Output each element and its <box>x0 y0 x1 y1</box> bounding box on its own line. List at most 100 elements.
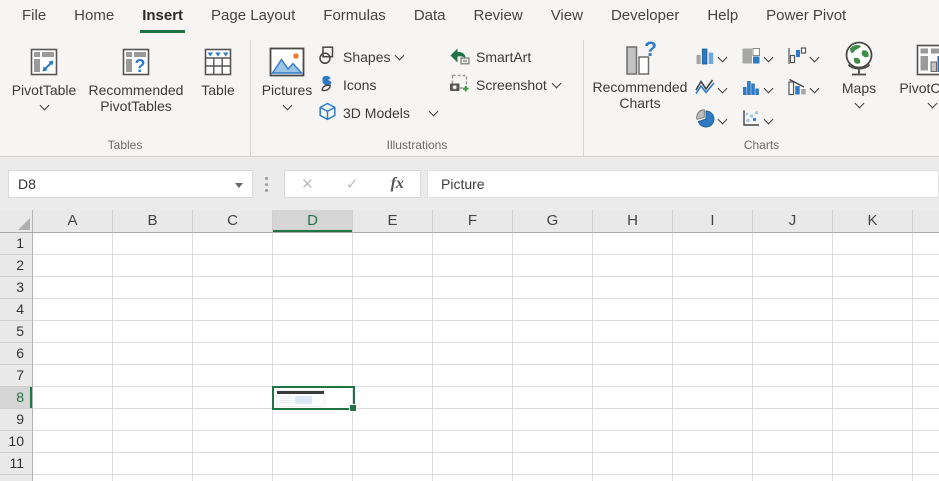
cell-G[interactable] <box>513 475 593 481</box>
cell-C5[interactable] <box>193 321 273 343</box>
cell-E1[interactable] <box>353 233 433 255</box>
cell-D5[interactable] <box>273 321 353 343</box>
fill-handle[interactable] <box>349 404 357 412</box>
cell-G10[interactable] <box>513 431 593 453</box>
cell-A11[interactable] <box>33 453 113 475</box>
cell-J[interactable] <box>753 475 833 481</box>
cell-H1[interactable] <box>593 233 673 255</box>
tab-home[interactable]: Home <box>60 0 128 34</box>
tab-insert[interactable]: Insert <box>128 0 197 34</box>
insert-line-chart-button[interactable] <box>695 77 726 102</box>
cell-G4[interactable] <box>513 299 593 321</box>
select-all-button[interactable] <box>0 210 33 233</box>
cell-G7[interactable] <box>513 365 593 387</box>
cell-A10[interactable] <box>33 431 113 453</box>
cell-I3[interactable] <box>673 277 753 299</box>
cell-F10[interactable] <box>433 431 513 453</box>
cell-G5[interactable] <box>513 321 593 343</box>
cell-F1[interactable] <box>433 233 513 255</box>
cell-C11[interactable] <box>193 453 273 475</box>
cell-H[interactable] <box>593 475 673 481</box>
cell-partial[interactable] <box>913 365 939 387</box>
cell-K2[interactable] <box>833 255 913 277</box>
insert-hierarchy-chart-button[interactable] <box>741 46 772 71</box>
column-header-E[interactable]: E <box>353 210 433 233</box>
cell-K11[interactable] <box>833 453 913 475</box>
cell-K1[interactable] <box>833 233 913 255</box>
insert-combo-chart-button[interactable] <box>787 77 818 102</box>
tab-page-layout[interactable]: Page Layout <box>197 0 309 34</box>
cell-partial[interactable] <box>913 475 939 481</box>
cell-I[interactable] <box>673 475 753 481</box>
formula-input[interactable]: Picture <box>427 170 939 198</box>
cell-I9[interactable] <box>673 409 753 431</box>
cell-F4[interactable] <box>433 299 513 321</box>
cell-B11[interactable] <box>113 453 193 475</box>
cell-J6[interactable] <box>753 343 833 365</box>
cell-C3[interactable] <box>193 277 273 299</box>
pivotchart-button[interactable]: PivotChart <box>890 40 939 107</box>
insert-statistic-chart-button[interactable] <box>741 77 772 102</box>
cell-E[interactable] <box>353 475 433 481</box>
name-box[interactable]: D8 <box>8 170 253 198</box>
cell-partial[interactable] <box>913 343 939 365</box>
cell-C9[interactable] <box>193 409 273 431</box>
row-header-11[interactable]: 11 <box>0 453 33 475</box>
cell-F11[interactable] <box>433 453 513 475</box>
cell-D4[interactable] <box>273 299 353 321</box>
tab-file[interactable]: File <box>8 0 60 34</box>
cell-K10[interactable] <box>833 431 913 453</box>
cell-J3[interactable] <box>753 277 833 299</box>
cell-H10[interactable] <box>593 431 673 453</box>
insert-function-icon[interactable]: fx <box>391 175 404 193</box>
icons-button[interactable]: Icons <box>318 74 376 96</box>
cell-I5[interactable] <box>673 321 753 343</box>
cell-E9[interactable] <box>353 409 433 431</box>
cell-B10[interactable] <box>113 431 193 453</box>
tab-help[interactable]: Help <box>693 0 752 34</box>
column-header-A[interactable]: A <box>33 210 113 233</box>
cell-I4[interactable] <box>673 299 753 321</box>
embedded-picture[interactable] <box>277 391 324 406</box>
cell-H2[interactable] <box>593 255 673 277</box>
cell-D1[interactable] <box>273 233 353 255</box>
cell-E2[interactable] <box>353 255 433 277</box>
cell-K4[interactable] <box>833 299 913 321</box>
cell-F7[interactable] <box>433 365 513 387</box>
cell-K9[interactable] <box>833 409 913 431</box>
column-header-J[interactable]: J <box>753 210 833 233</box>
cell-H7[interactable] <box>593 365 673 387</box>
cell-partial[interactable] <box>913 277 939 299</box>
3d-models-button[interactable]: 3D Models <box>318 102 437 124</box>
cell-E4[interactable] <box>353 299 433 321</box>
cell-C[interactable] <box>193 475 273 481</box>
cell-partial[interactable] <box>913 387 939 409</box>
tab-data[interactable]: Data <box>400 0 460 34</box>
cell-B2[interactable] <box>113 255 193 277</box>
insert-pie-chart-button[interactable] <box>695 108 726 133</box>
row-header-2[interactable]: 2 <box>0 255 33 277</box>
cell-A3[interactable] <box>33 277 113 299</box>
cell-E3[interactable] <box>353 277 433 299</box>
cell-D6[interactable] <box>273 343 353 365</box>
cell-B4[interactable] <box>113 299 193 321</box>
cell-B3[interactable] <box>113 277 193 299</box>
column-header-H[interactable]: H <box>593 210 673 233</box>
row-header-1[interactable]: 1 <box>0 233 33 255</box>
cell-H6[interactable] <box>593 343 673 365</box>
cell-E11[interactable] <box>353 453 433 475</box>
cell-D10[interactable] <box>273 431 353 453</box>
cell-J10[interactable] <box>753 431 833 453</box>
cell-F2[interactable] <box>433 255 513 277</box>
cell-A5[interactable] <box>33 321 113 343</box>
column-header-D[interactable]: D <box>273 210 353 233</box>
recommended-pivottables-button[interactable]: ? Recommended PivotTables <box>80 42 192 114</box>
cell-partial[interactable] <box>913 233 939 255</box>
cell-C8[interactable] <box>193 387 273 409</box>
cell-E8[interactable] <box>353 387 433 409</box>
cell-C4[interactable] <box>193 299 273 321</box>
cell-B6[interactable] <box>113 343 193 365</box>
column-header-B[interactable]: B <box>113 210 193 233</box>
cell-A[interactable] <box>33 475 113 481</box>
cell-H11[interactable] <box>593 453 673 475</box>
